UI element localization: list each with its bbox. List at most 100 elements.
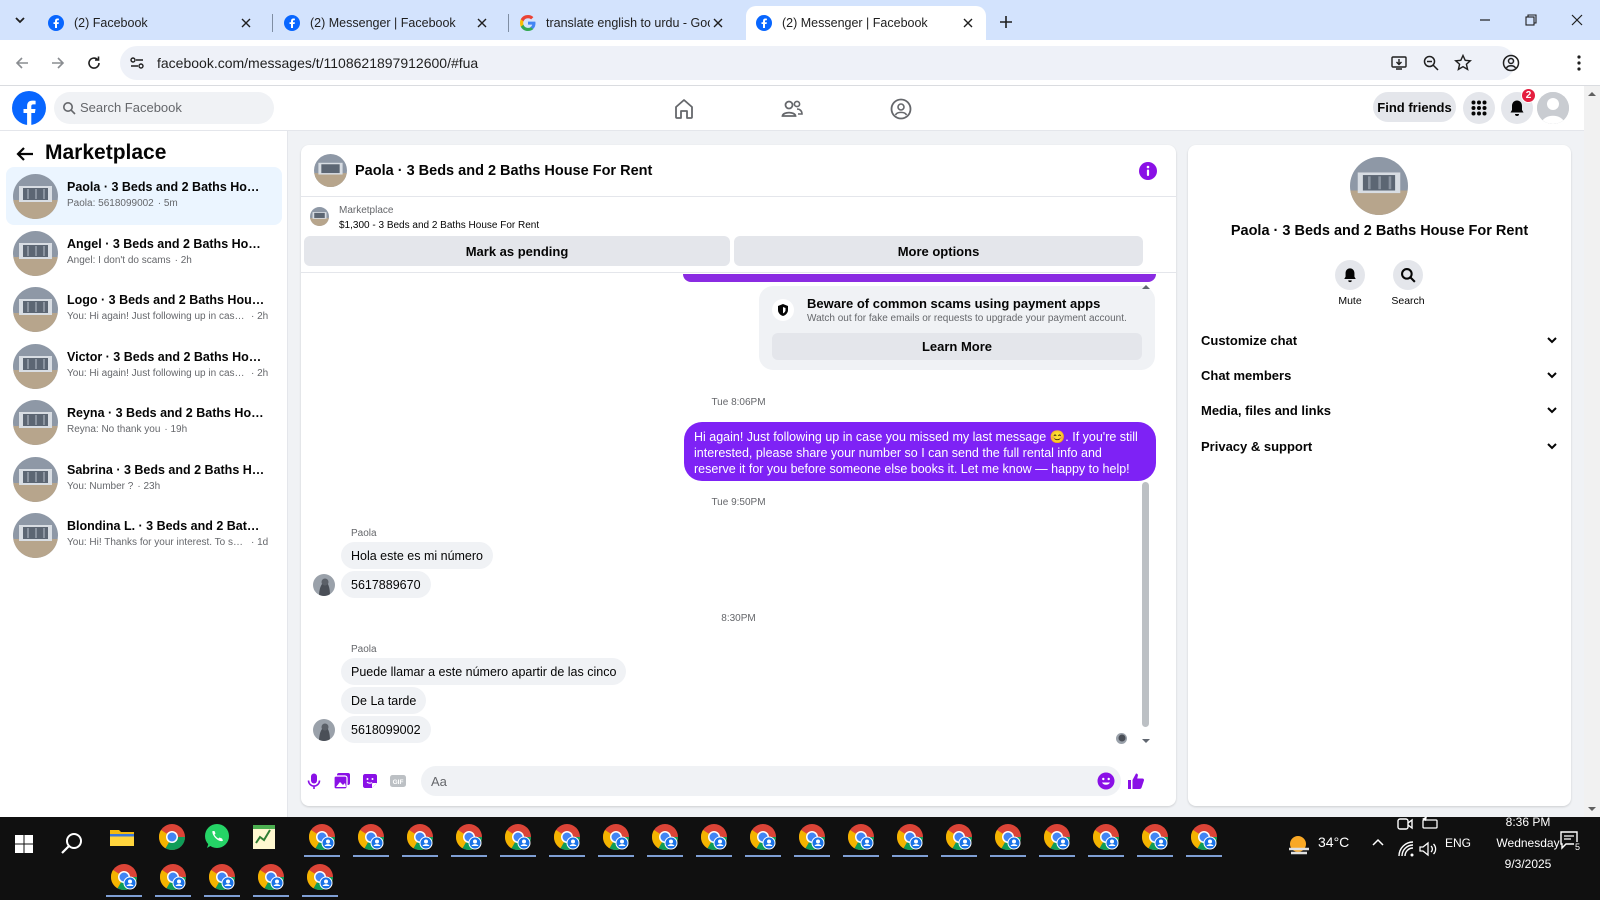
menu-grid-button[interactable] (1463, 92, 1495, 124)
input-language[interactable]: ENG (1445, 836, 1471, 850)
browser-tab-2[interactable]: (2) Messenger | Facebook (274, 6, 500, 40)
tab-close-button[interactable] (474, 15, 490, 31)
clock-time[interactable]: 8:36 PM (1490, 815, 1566, 829)
thumbs-up-icon[interactable] (1126, 771, 1146, 791)
tab-close-button[interactable] (238, 15, 254, 31)
conversation-item[interactable]: Blondina L. · 3 Beds and 2 Baths House F… (6, 506, 282, 564)
info-icon[interactable] (1139, 162, 1157, 180)
facebook-search-input[interactable]: Search Facebook (54, 92, 274, 124)
conversation-item[interactable]: Sabrina · 3 Beds and 2 Baths House For R… (6, 450, 282, 508)
tab-search-button[interactable] (8, 8, 32, 32)
chrome-profile-icon[interactable] (600, 821, 632, 853)
search-icon[interactable] (56, 828, 88, 860)
new-tab-button[interactable] (994, 10, 1018, 34)
bookmark-star-icon[interactable] (1454, 54, 1472, 72)
section-privacy-support[interactable]: Privacy & support (1201, 430, 1558, 462)
conversation-item[interactable]: Paola · 3 Beds and 2 Baths House For Ren… (6, 167, 282, 225)
conversation-item[interactable]: Logo · 3 Beds and 2 Baths House For Rent… (6, 280, 282, 338)
reload-button[interactable] (82, 51, 106, 75)
weather-icon[interactable] (1285, 831, 1315, 859)
gif-icon[interactable]: GIF (389, 772, 407, 790)
details-avatar[interactable] (1350, 157, 1408, 215)
spreadsheet-app-icon[interactable] (248, 821, 280, 853)
clock-date[interactable]: 9/3/2025 (1490, 857, 1566, 871)
chrome-profile-icon[interactable] (206, 861, 238, 893)
back-button[interactable] (10, 51, 34, 75)
chrome-profile-icon[interactable] (551, 821, 583, 853)
profile-button[interactable] (1499, 51, 1523, 75)
battery-icon[interactable] (1418, 815, 1440, 833)
section-chat-members[interactable]: Chat members (1201, 359, 1558, 391)
chrome-profile-icon[interactable] (649, 821, 681, 853)
home-icon[interactable] (672, 97, 696, 121)
chrome-profile-icon[interactable] (453, 821, 485, 853)
chrome-profile-icon[interactable] (845, 821, 877, 853)
weather-temperature[interactable]: 34°C (1318, 834, 1349, 850)
browser-menu-button[interactable] (1567, 51, 1591, 75)
learn-more-button[interactable]: Learn More (772, 333, 1142, 360)
browser-tab-1[interactable]: (2) Facebook (38, 6, 264, 40)
conversation-item[interactable]: Angel · 3 Beds and 2 Baths House For Ren… (6, 224, 282, 282)
restore-button[interactable] (1517, 8, 1545, 32)
microphone-icon[interactable] (305, 772, 323, 790)
sender-avatar[interactable] (313, 574, 335, 596)
chrome-profile-icon[interactable] (306, 821, 338, 853)
sticker-icon[interactable] (361, 772, 379, 790)
chrome-profile-icon[interactable] (304, 861, 336, 893)
section-customize-chat[interactable]: Customize chat (1201, 324, 1558, 356)
file-explorer-icon[interactable] (106, 821, 138, 853)
facebook-logo-icon[interactable] (12, 91, 46, 125)
minimize-button[interactable] (1471, 8, 1499, 32)
emoji-icon[interactable] (1097, 772, 1115, 790)
back-arrow-icon[interactable] (14, 143, 36, 165)
site-settings-icon[interactable] (128, 54, 146, 72)
chrome-profile-icon[interactable] (255, 861, 287, 893)
friends-icon[interactable] (780, 97, 804, 121)
zoom-icon[interactable] (1422, 54, 1440, 72)
account-avatar[interactable] (1537, 92, 1569, 124)
browser-tab-3[interactable]: translate english to urdu - Goo (510, 6, 736, 40)
photo-gallery-icon[interactable] (333, 772, 351, 790)
chevron-up-icon[interactable] (1370, 834, 1386, 850)
chrome-profile-icon[interactable] (747, 821, 779, 853)
message-input[interactable]: Aa (421, 766, 1121, 796)
whatsapp-icon[interactable] (201, 821, 233, 853)
groups-icon[interactable] (889, 97, 913, 121)
mute-button[interactable]: Mute (1320, 260, 1380, 307)
chrome-profile-icon[interactable] (502, 821, 534, 853)
chat-avatar[interactable] (314, 154, 347, 187)
address-bar[interactable]: facebook.com/messages/t/1108621897912600… (120, 46, 1515, 80)
chrome-profile-icon[interactable] (1139, 821, 1171, 853)
install-app-icon[interactable] (1390, 54, 1408, 72)
chrome-profile-icon[interactable] (992, 821, 1024, 853)
chrome-icon[interactable] (156, 821, 188, 853)
find-friends-button[interactable]: Find friends (1373, 92, 1456, 122)
chrome-profile-icon[interactable] (1188, 821, 1220, 853)
chrome-profile-icon[interactable] (1041, 821, 1073, 853)
close-window-button[interactable] (1563, 8, 1591, 32)
windows-start-icon[interactable] (8, 828, 40, 860)
section-media-files-links[interactable]: Media, files and links (1201, 394, 1558, 426)
tab-close-button[interactable] (710, 15, 726, 31)
chrome-profile-icon[interactable] (943, 821, 975, 853)
mark-as-pending-button[interactable]: Mark as pending (304, 236, 730, 266)
browser-tab-4-active[interactable]: (2) Messenger | Facebook (746, 6, 986, 40)
chrome-profile-icon[interactable] (698, 821, 730, 853)
more-options-button[interactable]: More options (734, 236, 1143, 266)
chrome-profile-icon[interactable] (404, 821, 436, 853)
forward-button[interactable] (46, 51, 70, 75)
chrome-profile-icon[interactable] (796, 821, 828, 853)
chrome-profile-icon[interactable] (355, 821, 387, 853)
page-scrollbar[interactable] (1584, 86, 1600, 817)
chrome-profile-icon[interactable] (894, 821, 926, 853)
listing-title[interactable]: $1,300 - 3 Beds and 2 Baths House For Re… (339, 220, 539, 231)
meet-now-icon[interactable] (1396, 815, 1414, 833)
wifi-icon[interactable] (1397, 840, 1415, 858)
sender-avatar[interactable] (313, 719, 335, 741)
chrome-profile-icon[interactable] (108, 861, 140, 893)
conversation-item[interactable]: Victor · 3 Beds and 2 Baths House For Re… (6, 337, 282, 395)
tab-close-button[interactable] (960, 15, 976, 31)
volume-icon[interactable] (1418, 840, 1438, 858)
conversation-item[interactable]: Reyna · 3 Beds and 2 Baths House For Ren… (6, 393, 282, 451)
listing-thumbnail[interactable] (310, 207, 329, 226)
